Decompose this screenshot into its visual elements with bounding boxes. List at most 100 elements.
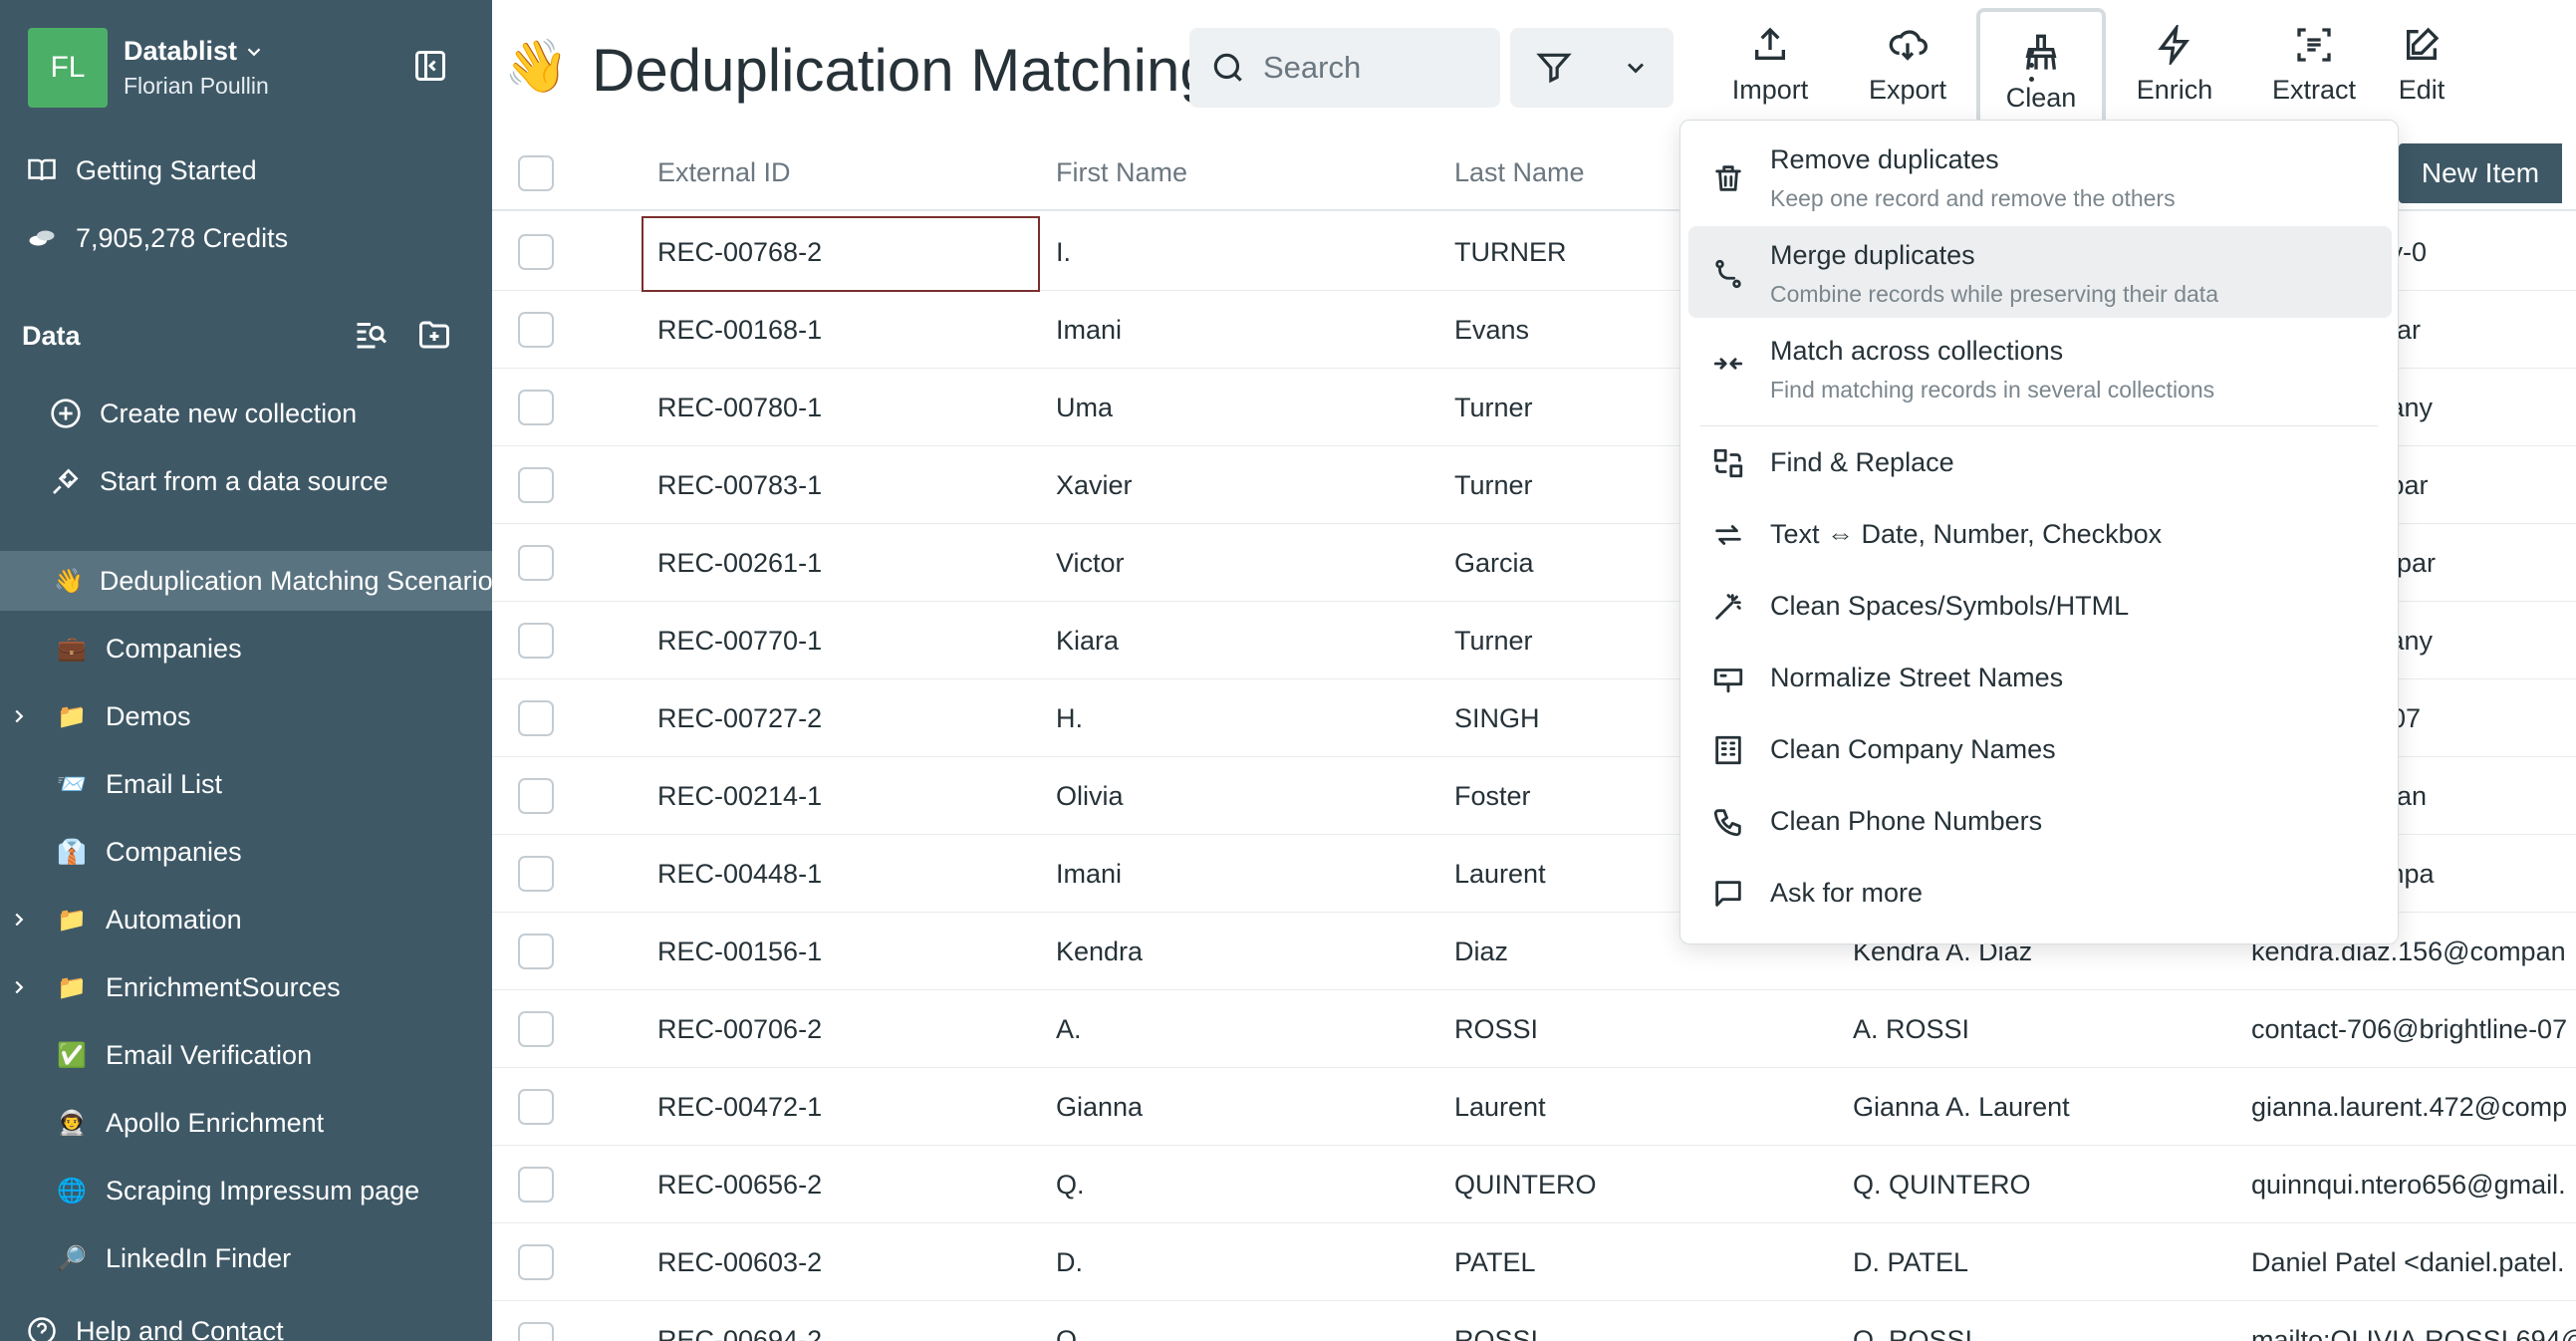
table-cell[interactable]: D. [1056,1247,1434,1278]
row-checkbox[interactable] [518,1167,554,1203]
search-box[interactable] [1189,28,1500,108]
menu-item-match-across-collections[interactable]: Match across collections Find matching re… [1688,322,2392,413]
table-cell[interactable]: REC-00261-1 [657,548,1036,579]
row-checkbox[interactable] [518,390,554,425]
table-cell[interactable]: Uma [1056,393,1434,423]
row-checkbox[interactable] [518,623,554,659]
menu-item-remove-duplicates[interactable]: Remove duplicates Keep one record and rem… [1688,131,2392,222]
export-button[interactable]: Export [1845,10,1970,120]
workspace-switcher[interactable]: FL Datablist Florian Poullin [28,28,466,108]
table-cell[interactable]: I. [1056,237,1434,268]
column-external-id[interactable]: External ID [657,157,791,188]
row-checkbox[interactable] [518,545,554,581]
table-cell[interactable]: REC-00768-2 [657,237,1036,268]
table-cell[interactable]: Gianna [1056,1092,1434,1123]
row-checkbox[interactable] [518,312,554,348]
create-collection-button[interactable]: Create new collection [0,384,492,443]
sidebar-collection-item[interactable]: 👋 Deduplication Matching Scenarios [0,551,492,611]
row-checkbox[interactable] [518,1322,554,1341]
table-cell[interactable]: quinnqui.ntero656@gmail. [2251,1170,2576,1201]
sidebar-collection-item[interactable]: 📁 Demos [0,686,492,746]
sidebar-collection-item[interactable]: 👔 Companies [0,822,492,882]
table-cell[interactable]: contact-706@brightline-07 [2251,1014,2576,1045]
row-checkbox[interactable] [518,856,554,892]
table-cell[interactable]: REC-00168-1 [657,315,1036,346]
new-item-button[interactable]: New Item [2399,143,2562,203]
row-checkbox[interactable] [518,467,554,503]
table-cell[interactable]: REC-00214-1 [657,781,1036,812]
table-cell[interactable]: O. ROSSI [1853,1325,2231,1341]
table-row[interactable]: REC-00603-2 D. PATEL D. PATEL Daniel Patel <… [492,1223,2576,1301]
row-checkbox[interactable] [518,700,554,736]
row-checkbox[interactable] [518,934,554,969]
sidebar-collection-item[interactable]: 🌐 Scraping Impressum page [0,1161,492,1220]
extract-button[interactable]: Extract [2251,10,2377,120]
table-cell[interactable]: REC-00472-1 [657,1092,1036,1123]
add-folder-icon[interactable] [416,317,452,353]
column-first-name[interactable]: First Name [1056,157,1187,188]
table-cell[interactable]: Xavier [1056,470,1434,501]
chevron-right-icon[interactable] [8,909,30,931]
sidebar-collection-item[interactable]: 👨‍🚀 Apollo Enrichment [0,1093,492,1153]
table-cell[interactable]: REC-00783-1 [657,470,1036,501]
table-cell[interactable]: Q. [1056,1170,1434,1201]
table-row[interactable]: REC-00694-2 O. ROSSI O. ROSSI mailto:OLIVIA.… [492,1301,2576,1341]
table-cell[interactable]: ROSSI [1454,1014,1833,1045]
sidebar-collection-item[interactable]: 📁 Automation [0,890,492,949]
menu-item-normalize-street-names[interactable]: Normalize Street Names [1688,647,2392,710]
table-cell[interactable]: REC-00603-2 [657,1247,1036,1278]
sidebar-collection-item[interactable]: 📁 EnrichmentSources [0,957,492,1017]
table-cell[interactable]: O. [1056,1325,1434,1341]
table-cell[interactable]: PATEL [1454,1247,1833,1278]
table-cell[interactable]: Imani [1056,315,1434,346]
table-cell[interactable]: REC-00770-1 [657,626,1036,657]
table-cell[interactable]: Imani [1056,859,1434,890]
sidebar-collection-item[interactable]: ✅ Email Verification [0,1025,492,1085]
edit-button[interactable]: Edit [2377,10,2466,120]
chevron-right-icon[interactable] [8,976,30,998]
menu-item-clean-company-names[interactable]: Clean Company Names [1688,718,2392,782]
table-cell[interactable]: REC-00448-1 [657,859,1036,890]
table-cell[interactable]: gianna.laurent.472@comp [2251,1092,2576,1123]
sidebar-credits[interactable]: 7,905,278 Credits [0,208,492,268]
table-cell[interactable]: REC-00694-2 [657,1325,1036,1341]
table-cell[interactable]: A. [1056,1014,1434,1045]
row-checkbox[interactable] [518,1011,554,1047]
table-cell[interactable]: mailto:OLIVIA.ROSSI.694@ [2251,1325,2576,1341]
table-cell[interactable]: Laurent [1454,1092,1833,1123]
filter-button[interactable] [1510,28,1674,108]
menu-item-find-replace[interactable]: Find & Replace [1688,431,2392,495]
table-cell[interactable]: REC-00706-2 [657,1014,1036,1045]
row-checkbox[interactable] [518,234,554,270]
search-collections-icon[interactable] [353,317,388,353]
table-cell[interactable]: Victor [1056,548,1434,579]
collapse-sidebar-icon[interactable] [412,48,448,84]
table-cell[interactable]: Gianna A. Laurent [1853,1092,2231,1123]
row-checkbox[interactable] [518,1089,554,1125]
more-options-icon[interactable] [2016,46,2046,86]
table-cell[interactable]: REC-00780-1 [657,393,1036,423]
menu-item-clean-spaces-symbols-html[interactable]: Clean Spaces/Symbols/HTML [1688,575,2392,639]
sidebar-collection-item[interactable]: 💼 Companies [0,619,492,678]
sidebar-getting-started[interactable]: Getting Started [0,140,492,200]
row-checkbox[interactable] [518,778,554,814]
table-cell[interactable]: D. PATEL [1853,1247,2231,1278]
page-title[interactable]: Deduplication Matching [592,36,1279,105]
menu-item-ask-for-more[interactable]: Ask for more [1688,862,2392,926]
table-cell[interactable]: REC-00727-2 [657,703,1036,734]
sidebar-collection-item[interactable]: 📨 Email List [0,754,492,814]
select-all-checkbox[interactable] [518,155,554,191]
menu-item-text-date-number-checkbox[interactable]: Text ⇔ Date, Number, Checkbox [1688,503,2392,567]
start-from-source-button[interactable]: Start from a data source [0,451,492,511]
table-cell[interactable]: QUINTERO [1454,1170,1833,1201]
table-row[interactable]: REC-00472-1 Gianna Laurent Gianna A. Lauren… [492,1068,2576,1146]
search-input[interactable] [1263,50,1482,86]
table-cell[interactable]: REC-00156-1 [657,937,1036,967]
table-cell[interactable]: REC-00656-2 [657,1170,1036,1201]
table-row[interactable]: REC-00656-2 Q. QUINTERO Q. QUINTERO quinnqui… [492,1146,2576,1223]
table-row[interactable]: REC-00706-2 A. ROSSI A. ROSSI contact-706@br… [492,990,2576,1068]
table-cell[interactable]: Olivia [1056,781,1434,812]
sidebar-collection-item[interactable]: 🔎 LinkedIn Finder [0,1228,492,1288]
table-cell[interactable]: ROSSI [1454,1325,1833,1341]
row-checkbox[interactable] [518,1244,554,1280]
